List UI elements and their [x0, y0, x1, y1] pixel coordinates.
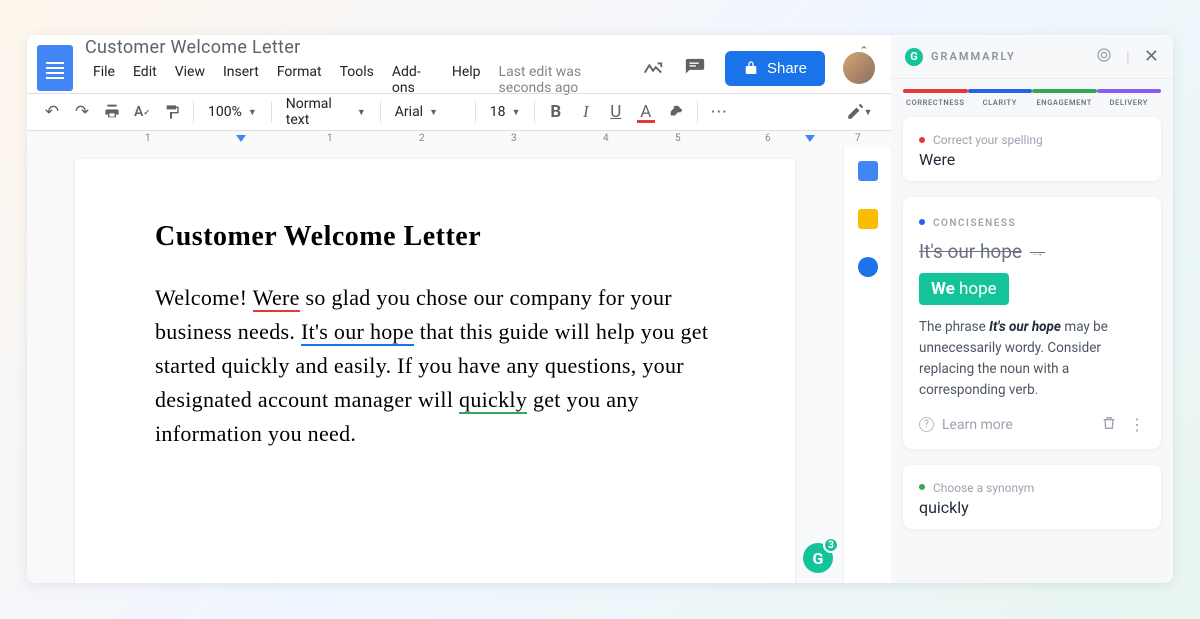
document-page[interactable]: Customer Welcome Letter Welcome! Were so…: [75, 159, 795, 583]
ruler-left-indent[interactable]: [236, 135, 246, 142]
share-label: Share: [767, 60, 807, 77]
grammarly-count-badge: 3: [823, 537, 839, 553]
zoom-select[interactable]: 100%▼: [202, 102, 263, 122]
paint-format-icon[interactable]: [159, 99, 185, 125]
docs-header: Customer Welcome Letter FileEditViewInse…: [27, 35, 891, 93]
tab-engagement[interactable]: ENGAGEMENT: [1032, 89, 1097, 107]
error-engagement[interactable]: quickly: [459, 387, 527, 414]
card-label: Choose a synonym: [933, 481, 1034, 495]
card-word: quickly: [919, 498, 1145, 517]
style-select[interactable]: Normal text▼: [280, 94, 372, 130]
grammarly-panel: G GRAMMARLY | ✕ CORRECTNESSCLARITYENGAGE…: [891, 35, 1173, 583]
error-clarity[interactable]: It's our hope: [301, 319, 414, 346]
grammarly-fab[interactable]: G 3: [803, 543, 833, 573]
tasks-icon[interactable]: [858, 257, 878, 277]
tab-clarity[interactable]: CLARITY: [968, 89, 1033, 107]
close-icon[interactable]: ✕: [1144, 46, 1159, 67]
print-icon[interactable]: [99, 99, 125, 125]
bold-icon[interactable]: B: [543, 99, 569, 125]
learn-more-link[interactable]: ? Learn more: [919, 417, 1013, 433]
goals-icon[interactable]: [1096, 47, 1112, 67]
share-button[interactable]: Share: [725, 51, 825, 86]
document-paragraph[interactable]: Welcome! Were so glad you chose our comp…: [155, 281, 715, 451]
more-icon[interactable]: ⋯: [706, 99, 732, 125]
suggestion-chip[interactable]: We hope: [919, 273, 1009, 305]
text-color-icon[interactable]: A: [633, 99, 659, 125]
font-size-select[interactable]: 18▼: [484, 102, 526, 122]
suggestion-card-conciseness[interactable]: CONCISENESS It's our hope → We hope The …: [903, 197, 1161, 449]
collapse-toolbar-icon[interactable]: ˆ: [851, 41, 877, 67]
side-panel: [843, 147, 891, 583]
dot-green-icon: [919, 484, 925, 490]
editing-mode-icon[interactable]: ▼: [839, 99, 879, 125]
tab-correctness[interactable]: CORRECTNESS: [903, 89, 968, 107]
undo-icon[interactable]: ↶: [39, 99, 65, 125]
activity-icon[interactable]: [641, 56, 665, 80]
dot-blue-icon: [919, 219, 925, 225]
font-select[interactable]: Arial▼: [389, 102, 467, 122]
italic-icon[interactable]: I: [573, 99, 599, 125]
more-vert-icon[interactable]: ⋮: [1129, 415, 1145, 435]
tab-delivery[interactable]: DELIVERY: [1097, 89, 1162, 107]
document-heading[interactable]: Customer Welcome Letter: [155, 221, 715, 253]
document-title[interactable]: Customer Welcome Letter: [85, 37, 641, 58]
grammarly-tabs: CORRECTNESSCLARITYENGAGEMENTDELIVERY: [891, 79, 1173, 113]
redo-icon[interactable]: ↷: [69, 99, 95, 125]
ruler[interactable]: 1 1 2 3 4 5 6 7: [27, 131, 891, 147]
explanation-text: The phrase It's our hope may be unnecess…: [919, 317, 1145, 401]
grammarly-brand: GRAMMARLY: [931, 50, 1016, 63]
dot-red-icon: [919, 137, 925, 143]
card-label: Correct your spelling: [933, 133, 1043, 147]
card-tag: CONCISENESS: [933, 218, 1016, 229]
card-word: Were: [919, 150, 1145, 169]
suggestion-card-spelling[interactable]: Correct your spelling Were: [903, 117, 1161, 181]
docs-logo-icon[interactable]: [37, 45, 73, 91]
ruler-right-indent[interactable]: [805, 135, 815, 142]
help-icon: ?: [919, 417, 934, 432]
error-spelling[interactable]: Were: [253, 285, 300, 312]
grammarly-header: G GRAMMARLY | ✕: [891, 35, 1173, 79]
trash-icon[interactable]: [1101, 415, 1117, 435]
strike-text: It's our hope →: [919, 240, 1145, 263]
arrow-right-icon: →: [1030, 243, 1045, 261]
grammarly-logo-icon: G: [905, 48, 923, 66]
lock-icon: [743, 60, 759, 76]
comments-icon[interactable]: [683, 56, 707, 80]
calendar-icon[interactable]: [858, 161, 878, 181]
docs-app: Customer Welcome Letter FileEditViewInse…: [27, 35, 891, 583]
suggestion-card-synonym[interactable]: Choose a synonym quickly: [903, 465, 1161, 529]
keep-icon[interactable]: [858, 209, 878, 229]
formatting-toolbar: ↶ ↷ A✓ 100%▼ Normal text▼ Arial▼ 18▼ B I…: [27, 93, 891, 131]
underline-icon[interactable]: U: [603, 99, 629, 125]
highlight-icon[interactable]: [663, 99, 689, 125]
spellcheck-icon[interactable]: A✓: [129, 99, 155, 125]
document-canvas: Customer Welcome Letter Welcome! Were so…: [27, 147, 891, 583]
